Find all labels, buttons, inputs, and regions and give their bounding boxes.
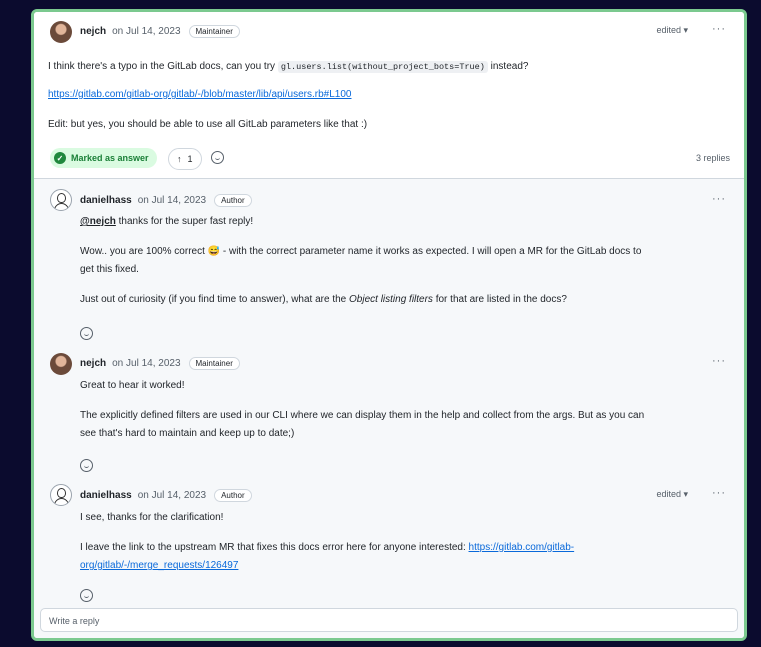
reply-menu-icon[interactable]: ··· xyxy=(712,193,726,205)
docs-link[interactable]: https://gitlab.com/gitlab-org/gitlab/-/b… xyxy=(48,89,352,100)
reply-text-end: for that are listed in the docs? xyxy=(432,294,567,305)
emphasis-text: Object listing filters xyxy=(349,294,433,305)
avatar-nejch[interactable] xyxy=(50,21,72,43)
reply-text: I leave the link to the upstream MR that… xyxy=(80,542,469,553)
reply-paragraph-cont: see that's hard to maintain and keep up … xyxy=(80,428,295,439)
upvote-button[interactable]: ↑ 1 xyxy=(168,148,202,170)
reply-menu-icon[interactable]: ··· xyxy=(712,355,726,367)
reply-paragraph: The explicitly defined filters are used … xyxy=(80,410,645,421)
edited-dropdown[interactable]: edited ▾ xyxy=(656,25,688,36)
reply-date[interactable]: on Jul 14, 2023 xyxy=(112,358,180,369)
answer-label: Marked as answer xyxy=(71,153,149,163)
reply-header: nejch on Jul 14, 2023 Maintainer xyxy=(80,357,240,370)
main-comment: nejch on Jul 14, 2023 Maintainer edited ▾ … xyxy=(34,12,744,178)
comment-date[interactable]: on Jul 14, 2023 xyxy=(112,26,180,37)
reply-header: danielhass on Jul 14, 2023 Author xyxy=(80,489,252,502)
check-icon: ✓ xyxy=(54,152,66,164)
reply-line: I see, thanks for the clarification! xyxy=(80,512,224,523)
reply-date[interactable]: on Jul 14, 2023 xyxy=(138,490,206,501)
edit-note: Edit: but yes, you should be able to use… xyxy=(48,119,368,130)
comment-header: nejch on Jul 14, 2023 Maintainer xyxy=(80,25,240,38)
reply-header: danielhass on Jul 14, 2023 Author xyxy=(80,194,252,207)
comment-menu-icon[interactable]: ··· xyxy=(712,23,726,35)
mr-link-cont[interactable]: org/gitlab/-/merge_requests/126497 xyxy=(80,560,238,571)
avatar-nejch[interactable] xyxy=(50,353,72,375)
author-name[interactable]: nejch xyxy=(80,358,106,369)
add-reaction-icon[interactable] xyxy=(80,589,93,602)
reply-paragraph-cont: get this fixed. xyxy=(80,264,139,275)
avatar-danielhass[interactable] xyxy=(50,189,72,211)
reply-paragraph: I leave the link to the upstream MR that… xyxy=(80,539,574,557)
reply-text: Just out of curiosity (if you find time … xyxy=(80,294,350,305)
comment-body: I think there's a typo in the GitLab doc… xyxy=(48,58,528,76)
edited-dropdown[interactable]: edited ▾ xyxy=(656,489,688,500)
add-reaction-icon[interactable] xyxy=(80,327,93,340)
author-name[interactable]: danielhass xyxy=(80,195,132,206)
vote-count: 1 xyxy=(187,154,193,164)
code-snippet: gl.users.list(without_project_bots=True) xyxy=(277,61,488,73)
reply-question: Just out of curiosity (if you find time … xyxy=(80,291,567,309)
role-badge: Author xyxy=(214,489,252,502)
replies-count[interactable]: 3 replies xyxy=(696,153,730,163)
reply-line: @nejch thanks for the super fast reply! xyxy=(80,213,253,231)
role-badge: Maintainer xyxy=(188,25,240,38)
mr-link[interactable]: https://gitlab.com/gitlab- xyxy=(469,542,575,553)
reply-date[interactable]: on Jul 14, 2023 xyxy=(138,195,206,206)
add-reaction-icon[interactable] xyxy=(80,459,93,472)
avatar-danielhass[interactable] xyxy=(50,484,72,506)
reply-menu-icon[interactable]: ··· xyxy=(712,487,726,499)
comment-text: I think there's a typo in the GitLab doc… xyxy=(48,61,278,72)
role-badge: Maintainer xyxy=(188,357,240,370)
reply-link-cont: org/gitlab/-/merge_requests/126497 xyxy=(80,557,238,575)
comment-text-end: instead? xyxy=(487,61,529,72)
discussion-thread: nejch on Jul 14, 2023 Maintainer edited ▾ … xyxy=(31,9,747,641)
add-reaction-icon[interactable] xyxy=(211,151,224,164)
author-name[interactable]: nejch xyxy=(80,26,106,37)
marked-as-answer-badge[interactable]: ✓ Marked as answer xyxy=(50,148,157,168)
user-mention[interactable]: @nejch xyxy=(80,216,116,227)
reply-text: thanks for the super fast reply! xyxy=(115,216,254,227)
role-badge: Author xyxy=(214,194,252,207)
reply-input[interactable]: Write a reply xyxy=(40,608,738,632)
replies-section: danielhass on Jul 14, 2023 Author ··· @nej… xyxy=(34,178,744,638)
reply-line: Great to hear it worked! xyxy=(80,380,185,391)
reply-paragraph: Wow.. you are 100% correct 😅 - with the … xyxy=(80,246,642,257)
docs-link-row: https://gitlab.com/gitlab-org/gitlab/-/b… xyxy=(48,86,352,104)
arrow-up-icon: ↑ xyxy=(177,154,182,164)
author-name[interactable]: danielhass xyxy=(80,490,132,501)
